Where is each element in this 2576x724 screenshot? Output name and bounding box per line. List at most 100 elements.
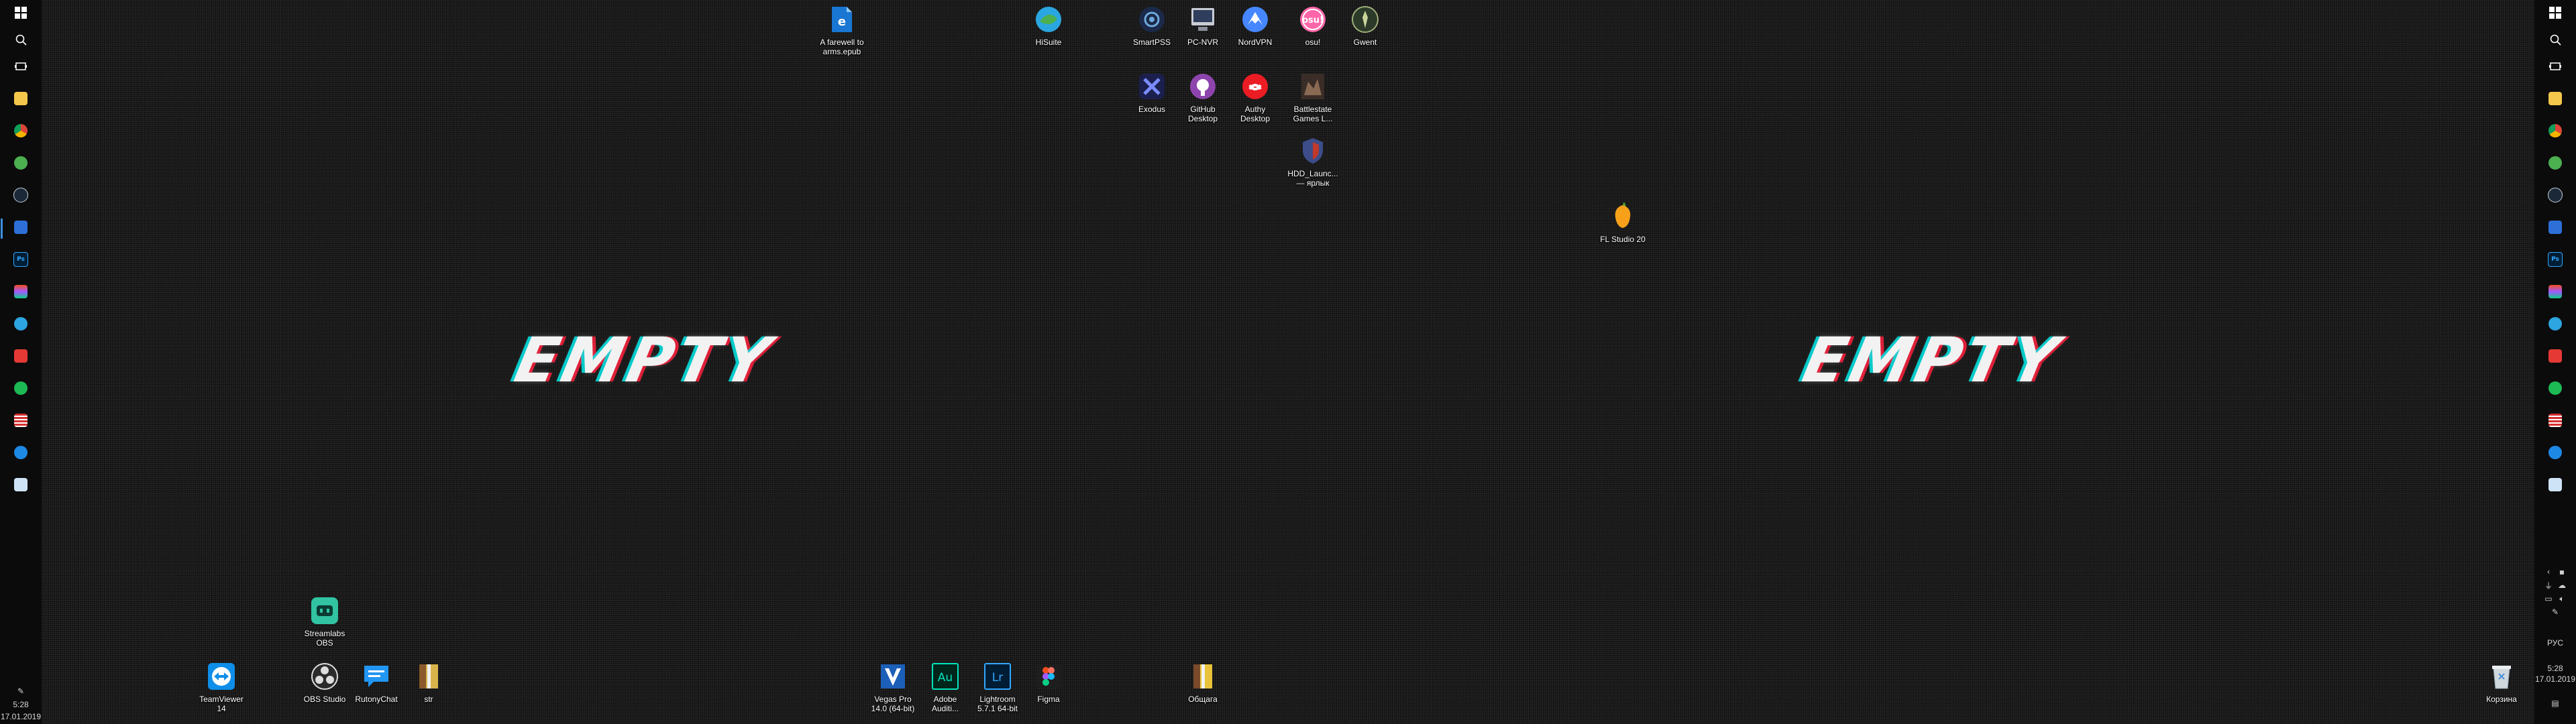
desktop-icon-teamviewer[interactable]: TeamViewer 14: [191, 661, 252, 713]
smartpss-icon: [1136, 4, 1167, 35]
taskbar-app-striped[interactable]: [8, 408, 34, 433]
taskbar-figma[interactable]: [8, 279, 34, 304]
taskbar-app-red[interactable]: [2542, 343, 2568, 369]
chrome-green-icon: [2548, 156, 2562, 170]
clock-time[interactable]: 5:28: [2534, 664, 2576, 673]
taskbar-chrome[interactable]: [8, 118, 34, 143]
taskbar-chrome-canary[interactable]: [2542, 150, 2568, 176]
desktop-icon-hisuite[interactable]: HiSuite: [1018, 4, 1079, 47]
desktop-icon-hdd-launcher[interactable]: HDD_Launc... — ярлык: [1283, 135, 1343, 188]
desktop-icon-streamlabs-obs[interactable]: Streamlabs OBS: [294, 595, 355, 648]
taskbar-app-red[interactable]: [8, 343, 34, 369]
desktop-icon-recycle-bin[interactable]: Корзина: [2471, 661, 2532, 704]
photoshop-icon: Ps: [2548, 252, 2563, 267]
chevron-left-icon[interactable]: ‹: [2544, 567, 2553, 577]
clock-date[interactable]: 17.01.2019: [2534, 674, 2576, 684]
search-button[interactable]: [8, 27, 34, 52]
github-icon: [1187, 71, 1218, 102]
search-button[interactable]: [2542, 27, 2568, 52]
start-button[interactable]: [2542, 0, 2568, 25]
task-view-button[interactable]: [2542, 54, 2568, 79]
authy-icon: [1240, 71, 1271, 102]
lightroom-icon: Lr: [982, 661, 1013, 692]
desktop-icon-obshaga[interactable]: Общага: [1173, 661, 1233, 704]
taskbar-photoshop[interactable]: Ps: [8, 247, 34, 272]
search-icon: [15, 34, 27, 46]
taskbar-app-blue-circle[interactable]: [2542, 440, 2568, 465]
desktop-icon-figma[interactable]: Figma: [1018, 661, 1079, 704]
hisuite-icon: [1033, 4, 1064, 35]
desktop-icon-battlestate[interactable]: Battlestate Games L...: [1283, 71, 1343, 123]
tray-app-icon[interactable]: ▪: [2557, 567, 2567, 577]
taskbar-chrome[interactable]: [2542, 118, 2568, 143]
archive-icon: [1187, 661, 1218, 692]
figma-icon: [1033, 661, 1064, 692]
desktop-icon-github-desktop[interactable]: GitHub Desktop: [1173, 71, 1233, 123]
svg-text:Lr: Lr: [992, 671, 1003, 684]
desktop-icon-str[interactable]: str: [398, 661, 459, 704]
volume-icon[interactable]: 🔈︎: [2557, 594, 2567, 603]
app-icon: [14, 221, 28, 234]
desktop-icon-pc-nvr[interactable]: PC-NVR: [1173, 4, 1233, 47]
app-blue-icon: [2548, 446, 2562, 459]
osu-icon: osu!: [1297, 4, 1328, 35]
desktop-icon-osu[interactable]: osu! osu!: [1283, 4, 1343, 47]
desktop-icon-adobe-audition[interactable]: Au Adobe Auditi...: [915, 661, 975, 713]
notifications-icon[interactable]: ▤: [2551, 699, 2560, 708]
telegram-icon: [14, 317, 28, 330]
taskbar-notepad[interactable]: [2542, 472, 2568, 497]
desktop-icon-authy[interactable]: Authy Desktop: [1225, 71, 1285, 123]
taskbar-spotify[interactable]: [8, 375, 34, 401]
clock-time[interactable]: 5:28: [0, 700, 42, 709]
battlestate-icon: [1297, 71, 1328, 102]
folder-icon: [2548, 92, 2562, 105]
network-icon[interactable]: ▭: [2544, 594, 2553, 603]
spotify-icon: [14, 381, 28, 395]
streamlabs-icon: [309, 595, 340, 626]
taskbar-app-striped[interactable]: [2542, 408, 2568, 433]
taskbar-chrome-canary[interactable]: [8, 150, 34, 176]
search-icon: [2550, 34, 2561, 46]
chat-icon: [361, 661, 392, 692]
taskbar-spotify[interactable]: [2542, 375, 2568, 401]
taskbar-steam[interactable]: [8, 182, 34, 208]
desktop-icon-gwent[interactable]: Gwent: [1335, 4, 1395, 47]
app-red-icon: [14, 349, 28, 363]
pen-icon[interactable]: ✎: [2551, 607, 2560, 617]
figma-icon: [14, 285, 28, 298]
wallpaper-empty-text-left: EMPTY: [508, 324, 780, 396]
desktop-icon-farewell-epub[interactable]: e A farewell to arms.epub: [812, 4, 872, 56]
windows-icon: [15, 7, 27, 19]
language-indicator[interactable]: РУС: [2534, 638, 2576, 648]
taskbar-steam[interactable]: [2542, 182, 2568, 208]
app-blue-icon: [14, 446, 28, 459]
taskbar-app-blue-circle[interactable]: [8, 440, 34, 465]
taskbar-app-running[interactable]: [8, 215, 34, 240]
taskbar-photoshop[interactable]: Ps: [2542, 247, 2568, 272]
svg-text:osu!: osu!: [1302, 15, 1324, 25]
taskbar-telegram[interactable]: [2542, 311, 2568, 337]
desktop-background: EMPTY EMPTY e A farewell to arms.epub Hi…: [0, 0, 2576, 724]
teamviewer-icon: [206, 661, 237, 692]
taskbar-telegram[interactable]: [8, 311, 34, 337]
taskbar-explorer[interactable]: [8, 86, 34, 111]
desktop-icon-vegas-pro[interactable]: Vegas Pro 14.0 (64-bit): [863, 661, 923, 713]
svg-text:e: e: [838, 15, 846, 29]
task-view-button[interactable]: [8, 54, 34, 79]
taskbar-app-running[interactable]: [2542, 215, 2568, 240]
steam-icon: [2548, 188, 2563, 202]
taskbar-explorer[interactable]: [2542, 86, 2568, 111]
fl-studio-icon: [1607, 201, 1638, 232]
pen-icon[interactable]: ✎: [16, 686, 25, 696]
app-red-icon: [2548, 349, 2562, 363]
desktop-icon-rutonychat[interactable]: RutonyChat: [346, 661, 407, 704]
taskbar-figma[interactable]: [2542, 279, 2568, 304]
desktop-icon-nordvpn[interactable]: NordVPN: [1225, 4, 1285, 47]
tray-usb-icon[interactable]: ⏚: [2544, 581, 2553, 591]
desktop-icon-fl-studio[interactable]: FL Studio 20: [1593, 201, 1653, 244]
clock-date[interactable]: 17.01.2019: [0, 712, 42, 721]
pc-nvr-icon: [1187, 4, 1218, 35]
cloud-icon[interactable]: ☁: [2557, 581, 2567, 590]
start-button[interactable]: [8, 0, 34, 25]
taskbar-notepad[interactable]: [8, 472, 34, 497]
